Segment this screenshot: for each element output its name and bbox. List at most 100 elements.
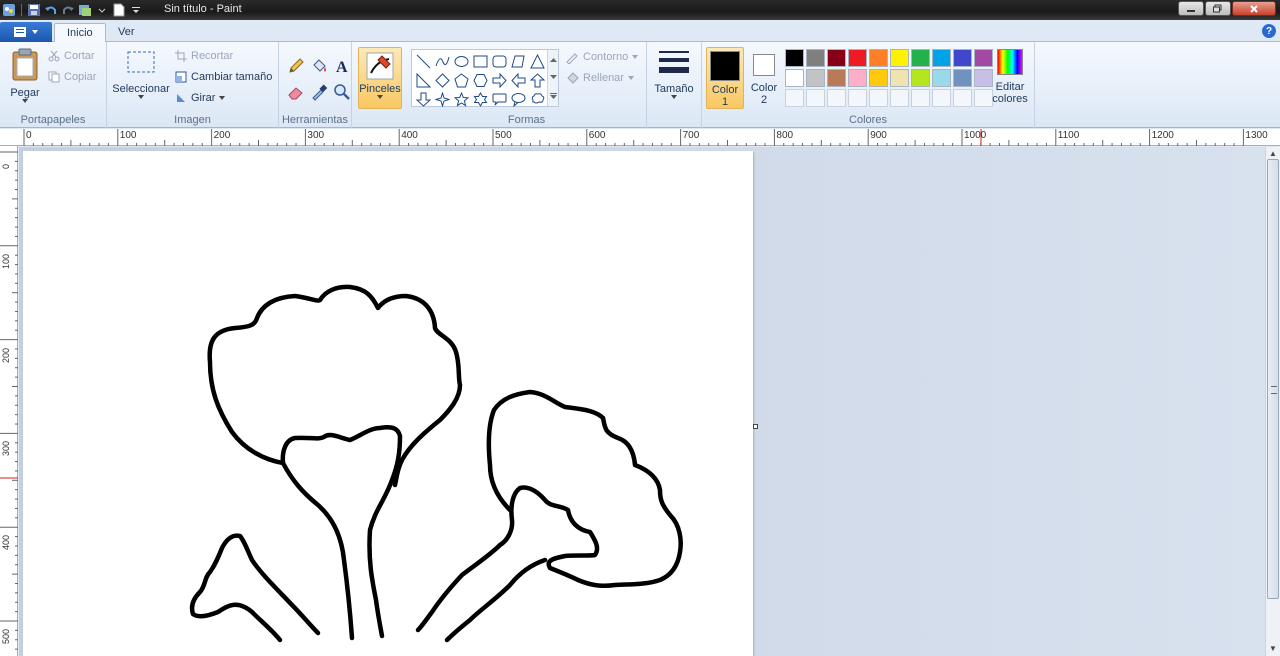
undo-icon[interactable]	[44, 3, 58, 17]
color2-label-line2: 2	[760, 94, 768, 106]
palette-color-swatch[interactable]	[953, 49, 972, 67]
palette-color-swatch[interactable]	[869, 49, 888, 67]
polygon-shape[interactable]	[509, 52, 528, 71]
brushes-button[interactable]: Pinceles	[358, 47, 402, 109]
rounded-rectangle-shape[interactable]	[490, 52, 509, 71]
palette-color-swatch[interactable]	[890, 69, 909, 87]
close-button[interactable]	[1232, 1, 1276, 16]
recent-icon[interactable]	[78, 3, 92, 17]
shapes-scrollbar[interactable]	[547, 50, 558, 106]
save-icon[interactable]	[27, 3, 41, 17]
tab-inicio[interactable]: Inicio	[54, 23, 106, 43]
group-label-imagen: Imagen	[174, 114, 211, 126]
left-arrow-shape[interactable]	[509, 71, 528, 90]
scroll-up-arrow-icon[interactable]: ▲	[1268, 149, 1278, 159]
palette-color-swatch[interactable]	[932, 69, 951, 87]
shapes-gallery	[411, 49, 559, 107]
canvas-resize-handle[interactable]	[753, 424, 758, 429]
rounded-callout-shape[interactable]	[490, 90, 509, 109]
five-point-star-icon	[454, 92, 469, 107]
palette-color-swatch[interactable]	[890, 49, 909, 67]
rectangle-shape[interactable]	[471, 52, 490, 71]
size-button[interactable]: Tamaño	[652, 48, 696, 99]
scrollbar-grip-icon	[1271, 386, 1277, 394]
line-shape[interactable]	[414, 52, 433, 71]
drawing-canvas[interactable]	[23, 151, 753, 656]
palette-custom-slot[interactable]	[890, 89, 909, 107]
hexagon-shape[interactable]	[471, 71, 490, 90]
palette-custom-slot[interactable]	[974, 89, 993, 107]
crop-button[interactable]: Recortar	[175, 50, 233, 62]
edit-colors-button[interactable]: Editar colores	[992, 49, 1028, 105]
color1-button[interactable]: Color 1	[706, 47, 744, 109]
magnifier-tool[interactable]	[331, 81, 353, 103]
palette-custom-slot[interactable]	[806, 89, 825, 107]
vertical-scrollbar[interactable]: ▲ ▼	[1265, 147, 1280, 656]
palette-custom-slot[interactable]	[911, 89, 930, 107]
palette-custom-slot[interactable]	[848, 89, 867, 107]
fill-button[interactable]: Rellenar	[565, 71, 634, 85]
cloud-callout-shape[interactable]	[528, 90, 547, 109]
right-arrow-shape[interactable]	[490, 71, 509, 90]
palette-color-swatch[interactable]	[827, 49, 846, 67]
scrollbar-thumb[interactable]	[1267, 159, 1279, 599]
palette-color-swatch[interactable]	[869, 69, 888, 87]
palette-color-swatch[interactable]	[911, 49, 930, 67]
palette-custom-slot[interactable]	[827, 89, 846, 107]
text-tool[interactable]: A	[331, 55, 353, 77]
pentagon-icon	[454, 73, 469, 88]
copy-button[interactable]: Copiar	[48, 71, 96, 83]
palette-color-swatch[interactable]	[827, 69, 846, 87]
palette-color-swatch[interactable]	[785, 49, 804, 67]
diamond-shape[interactable]	[433, 71, 452, 90]
rotate-button[interactable]: Girar	[175, 92, 226, 104]
select-button[interactable]: Seleccionar	[111, 48, 171, 99]
palette-custom-slot[interactable]	[785, 89, 804, 107]
palette-color-swatch[interactable]	[848, 49, 867, 67]
oval-shape[interactable]	[452, 52, 471, 71]
eyedropper-icon	[312, 84, 328, 101]
scroll-down-arrow-icon[interactable]: ▼	[1268, 644, 1278, 654]
curve-shape[interactable]	[433, 52, 452, 71]
palette-color-swatch[interactable]	[785, 69, 804, 87]
eraser-tool[interactable]	[285, 81, 307, 103]
minimize-button[interactable]	[1178, 1, 1204, 16]
palette-color-swatch[interactable]	[932, 49, 951, 67]
palette-custom-slot[interactable]	[869, 89, 888, 107]
five-point-star-shape[interactable]	[452, 90, 471, 109]
palette-color-swatch[interactable]	[953, 69, 972, 87]
palette-custom-slot[interactable]	[953, 89, 972, 107]
cut-button[interactable]: Cortar	[48, 50, 95, 62]
resize-button[interactable]: Cambiar tamaño	[175, 71, 272, 83]
palette-color-swatch[interactable]	[974, 49, 993, 67]
palette-color-swatch[interactable]	[848, 69, 867, 87]
palette-custom-slot[interactable]	[932, 89, 951, 107]
down-arrow-shape[interactable]	[414, 90, 433, 109]
color2-button[interactable]: Color 2	[745, 47, 783, 109]
palette-color-swatch[interactable]	[806, 69, 825, 87]
right-triangle-shape[interactable]	[414, 71, 433, 90]
paste-button[interactable]: Pegar	[6, 48, 44, 103]
outline-button[interactable]: Contorno	[565, 50, 639, 64]
app-menu-button[interactable]	[0, 22, 52, 42]
paint-app-icon[interactable]	[2, 3, 16, 17]
maximize-button[interactable]	[1205, 1, 1231, 16]
four-point-star-shape[interactable]	[433, 90, 452, 109]
help-icon[interactable]: ?	[1262, 24, 1276, 38]
oval-callout-shape[interactable]	[509, 90, 528, 109]
triangle-shape[interactable]	[528, 52, 547, 71]
new-file-icon[interactable]	[112, 3, 126, 17]
palette-color-swatch[interactable]	[974, 69, 993, 87]
palette-color-swatch[interactable]	[911, 69, 930, 87]
fill-tool[interactable]	[308, 55, 330, 77]
palette-color-swatch[interactable]	[806, 49, 825, 67]
tab-ver[interactable]: Ver	[106, 23, 147, 43]
customize-toolbar-icon[interactable]	[129, 3, 143, 17]
six-point-star-shape[interactable]	[471, 90, 490, 109]
chevron-down-icon[interactable]	[95, 3, 109, 17]
redo-icon[interactable]	[61, 3, 75, 17]
up-arrow-shape[interactable]	[528, 71, 547, 90]
pencil-tool[interactable]	[285, 55, 307, 77]
pentagon-shape[interactable]	[452, 71, 471, 90]
color-picker-tool[interactable]	[308, 81, 330, 103]
